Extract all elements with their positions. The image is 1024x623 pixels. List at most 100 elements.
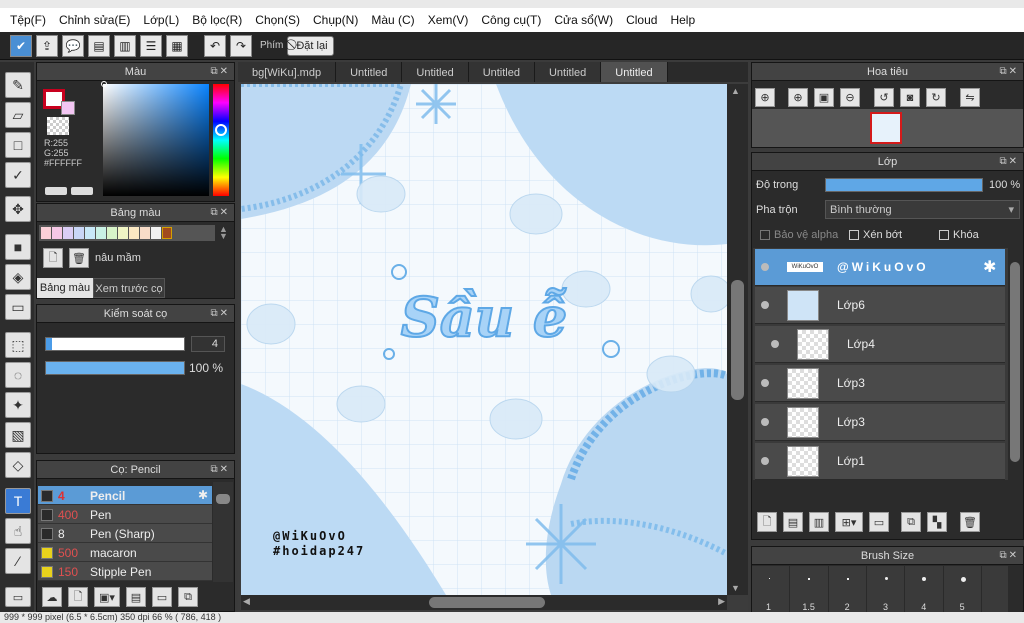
saturation-value-picker[interactable] — [103, 84, 209, 196]
tab-bg-wiku[interactable]: bg[WiKu].mdp — [238, 62, 337, 82]
bottom-rect-icon[interactable]: ▭ — [5, 587, 31, 607]
palette-swatch[interactable] — [129, 227, 139, 239]
menu-layer[interactable]: Lớp(L) — [137, 13, 186, 27]
rect-tool-icon[interactable]: □ — [5, 132, 31, 158]
layer-opacity-slider[interactable] — [825, 178, 983, 192]
tab-untitled-3[interactable]: Untitled — [468, 62, 535, 82]
brush-list-scrollbar[interactable] — [213, 482, 233, 582]
blend-mode-select[interactable]: Bình thường ▾ — [825, 200, 1020, 219]
palette-swatch[interactable] — [63, 227, 73, 239]
duplicate-icon[interactable]: ⧉ — [178, 587, 198, 607]
new-brush-icon[interactable]: 🗋 — [68, 587, 88, 607]
fill-rect-icon[interactable]: ■ — [5, 234, 31, 260]
export-icon[interactable]: ⇪ — [36, 34, 58, 57]
eraser-tool-icon[interactable]: ▱ — [5, 102, 31, 128]
layer-list-scrollbar[interactable] — [1008, 248, 1022, 480]
gradient-tool-icon[interactable]: ▭ — [5, 294, 31, 320]
brush-opacity-slider[interactable] — [45, 361, 185, 375]
tab-palette[interactable]: Bảng màu — [37, 278, 93, 298]
size-preset-3[interactable]: 3 — [867, 566, 906, 612]
eyedropper-icon[interactable]: ⁄ — [5, 548, 31, 574]
checklist-icon[interactable]: ▦ — [166, 34, 188, 57]
background-color-swatch[interactable] — [61, 101, 75, 115]
layer-row-lop1[interactable]: Lớp1 — [755, 443, 1005, 480]
panel-controls-icon[interactable]: ⧉✕ — [999, 153, 1019, 171]
gear-icon[interactable]: ✱ — [198, 488, 208, 502]
protect-alpha-checkbox[interactable]: Bảo vệ alpha — [760, 229, 838, 241]
panel-controls-icon[interactable]: ⧉✕ — [210, 204, 230, 222]
brush-menu-icon[interactable]: ▣▾ — [94, 587, 120, 607]
zoom-out-icon[interactable]: ⊖ — [840, 88, 860, 107]
cloud-brush-icon[interactable]: ☁ — [42, 587, 62, 607]
brush-size-value[interactable]: 4 — [191, 336, 225, 352]
size-preset-1-5[interactable]: 1.5 — [790, 566, 829, 612]
flip-horizontal-icon[interactable]: ⇋ — [960, 88, 980, 107]
antialias-icon[interactable]: ✔ — [10, 34, 32, 57]
menu-tools[interactable]: Công cụ(T) — [475, 13, 548, 27]
new-layer-1bit-icon[interactable]: ▥ — [809, 512, 829, 532]
drawing-canvas[interactable]: Sầu ễ @WiKuOvO #hoidap247 — [241, 84, 727, 595]
panel-controls-icon[interactable]: ⧉✕ — [999, 547, 1019, 565]
menu-help[interactable]: Help — [664, 13, 702, 27]
merge-layer-icon[interactable]: ▚ — [927, 512, 947, 532]
layer-row-wikuovo[interactable]: WiKuOvO @WiKuOvO ✱ — [755, 249, 1005, 286]
hue-slider[interactable] — [213, 84, 229, 196]
palette-swatch[interactable] — [107, 227, 117, 239]
color-swap-button[interactable] — [71, 187, 93, 195]
palette-swatch[interactable] — [85, 227, 95, 239]
folder-icon[interactable]: ▭ — [152, 587, 172, 607]
rotate-right-icon[interactable]: ↻ — [926, 88, 946, 107]
magic-wand-icon[interactable]: ✦ — [5, 392, 31, 418]
canvas-vertical-scrollbar[interactable]: ▲ ▼ — [727, 84, 748, 595]
palette-swatch[interactable] — [41, 227, 51, 239]
layer-row-lop6[interactable]: Lớp6 — [755, 287, 1005, 324]
duplicate-layer-icon[interactable]: ⧉ — [901, 512, 921, 532]
palette-swatch[interactable] — [96, 227, 106, 239]
fit-window-icon[interactable]: ▣ — [814, 88, 834, 107]
clipping-checkbox[interactable]: Xén bớt — [849, 229, 902, 241]
move-tool-icon[interactable]: ✥ — [5, 196, 31, 222]
menu-window[interactable]: Cửa sổ(W) — [548, 13, 620, 27]
palette-scroll-arrows[interactable]: ▲ ▼ — [219, 225, 228, 241]
delete-palette-icon[interactable]: 🗑 — [69, 248, 89, 268]
panel-controls-icon[interactable]: ⧉✕ — [210, 305, 230, 323]
palette-swatch[interactable] — [74, 227, 84, 239]
menu-color[interactable]: Màu (C) — [365, 13, 421, 27]
tab-untitled-4[interactable]: Untitled — [534, 62, 602, 82]
delete-layer-icon[interactable]: 🗑 — [960, 512, 980, 532]
lock-checkbox[interactable]: Khóa — [939, 229, 979, 241]
size-preset-2[interactable]: 2 — [829, 566, 867, 612]
navigator-thumbnail[interactable] — [870, 112, 902, 144]
eye-icon[interactable] — [761, 301, 769, 309]
transparent-color-swatch[interactable] — [47, 117, 69, 135]
sv-picker-handle[interactable] — [101, 81, 107, 87]
tab-brush-preview[interactable]: Xem trước cọ — [93, 278, 165, 298]
palette-swatch-selected[interactable] — [162, 227, 172, 239]
palette-swatch[interactable] — [118, 227, 128, 239]
eye-icon[interactable] — [761, 379, 769, 387]
brush-item-pencil[interactable]: 4 Pencil ✱ — [38, 486, 212, 505]
color-history-button[interactable] — [45, 187, 67, 195]
select-pen-icon[interactable]: ✓ — [5, 162, 31, 188]
reset-button[interactable]: ⃠Đặt lại — [287, 35, 334, 56]
new-palette-icon[interactable]: 🗋 — [43, 248, 63, 268]
canvas-horizontal-scrollbar[interactable]: ◀ ▶ — [241, 595, 727, 610]
select-brush-icon[interactable]: ▧ — [5, 422, 31, 448]
new-layer-8bit-icon[interactable]: ▤ — [783, 512, 803, 532]
menu-cloud[interactable]: Cloud — [620, 13, 664, 27]
palette-swatch[interactable] — [140, 227, 150, 239]
rotate-left-icon[interactable]: ↺ — [874, 88, 894, 107]
document-icon[interactable]: ▥ — [114, 34, 136, 57]
hand-tool-icon[interactable]: ☝ — [5, 518, 31, 544]
brush-item-macaron[interactable]: 500 macaron — [38, 543, 212, 562]
text-tool-icon[interactable]: T — [5, 488, 31, 514]
select-eraser-icon[interactable]: ◇ — [5, 452, 31, 478]
brush-size-slider[interactable] — [45, 337, 185, 351]
gear-icon[interactable]: ✱ — [983, 257, 996, 277]
add-layer-menu-icon[interactable]: ⊞▾ — [835, 512, 863, 532]
eye-icon[interactable] — [761, 457, 769, 465]
zoom-in-icon[interactable]: ⊕ — [788, 88, 808, 107]
comment-icon[interactable]: 💬 — [62, 34, 84, 57]
panel-controls-icon[interactable]: ⧉✕ — [999, 63, 1019, 81]
layer-row-lop3-a[interactable]: Lớp3 — [755, 365, 1005, 402]
